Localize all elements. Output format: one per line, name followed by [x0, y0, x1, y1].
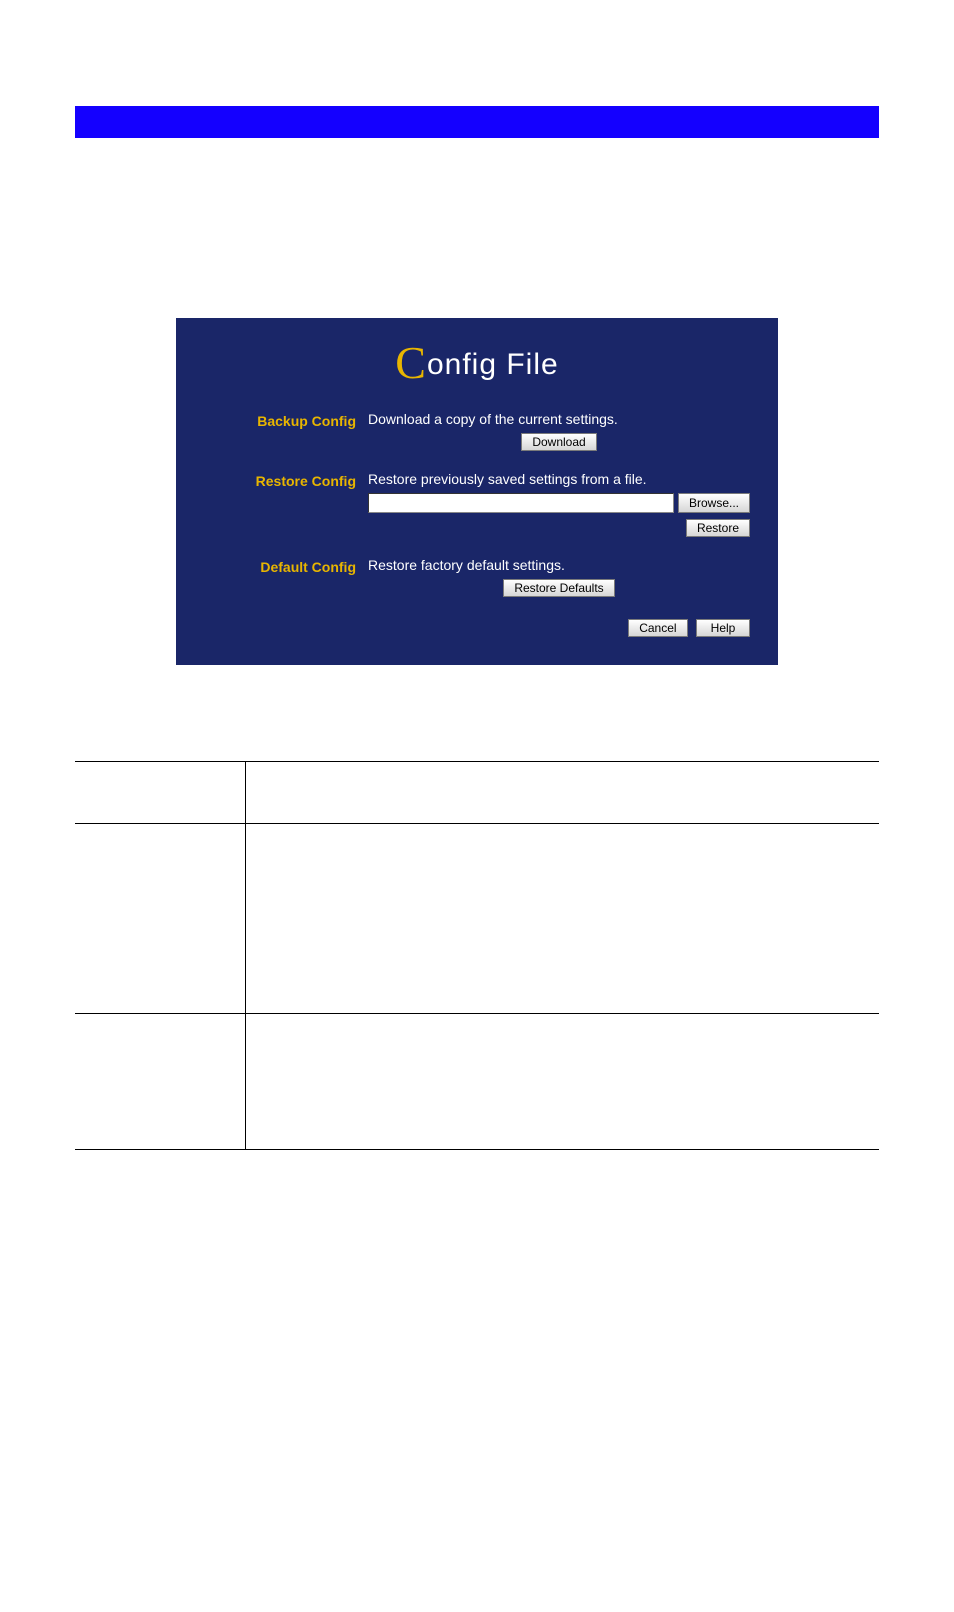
help-button[interactable]: Help: [696, 619, 750, 637]
table-row: [75, 762, 879, 824]
default-config-section: Default Config Restore factory default s…: [204, 557, 750, 597]
cancel-button[interactable]: Cancel: [628, 619, 687, 637]
config-file-panel: Config File Backup Config Download a cop…: [176, 318, 778, 665]
panel-title: Config File: [204, 336, 750, 389]
backup-config-label: Backup Config: [204, 411, 368, 429]
title-first-letter: C: [395, 337, 427, 388]
restore-button[interactable]: Restore: [686, 519, 750, 537]
table-row: Restore Config This allows you to restor…: [75, 1014, 879, 1150]
restore-file-input[interactable]: [368, 493, 674, 513]
restore-config-label: Restore Config: [204, 471, 368, 489]
default-config-desc: Restore factory default settings.: [368, 557, 750, 573]
restore-defaults-button[interactable]: Restore Defaults: [503, 579, 614, 597]
title-rest: onfig File: [427, 348, 559, 381]
config-description-table: Backup Config Use this to download a cop…: [75, 761, 879, 1150]
default-config-label: Default Config: [204, 557, 368, 575]
restore-config-desc: Restore previously saved settings from a…: [368, 471, 750, 487]
backup-config-desc: Download a copy of the current settings.: [368, 411, 750, 427]
backup-config-section: Backup Config Download a copy of the cur…: [204, 411, 750, 451]
panel-bottom-buttons: Cancel Help: [204, 619, 750, 637]
browse-button[interactable]: Browse...: [678, 493, 750, 513]
download-button[interactable]: Download: [521, 433, 596, 451]
table-row: Backup Config Use this to download a cop…: [75, 824, 879, 1014]
header-bar: Advanced Administration: [75, 106, 879, 138]
restore-config-section: Restore Config Restore previously saved …: [204, 471, 750, 537]
